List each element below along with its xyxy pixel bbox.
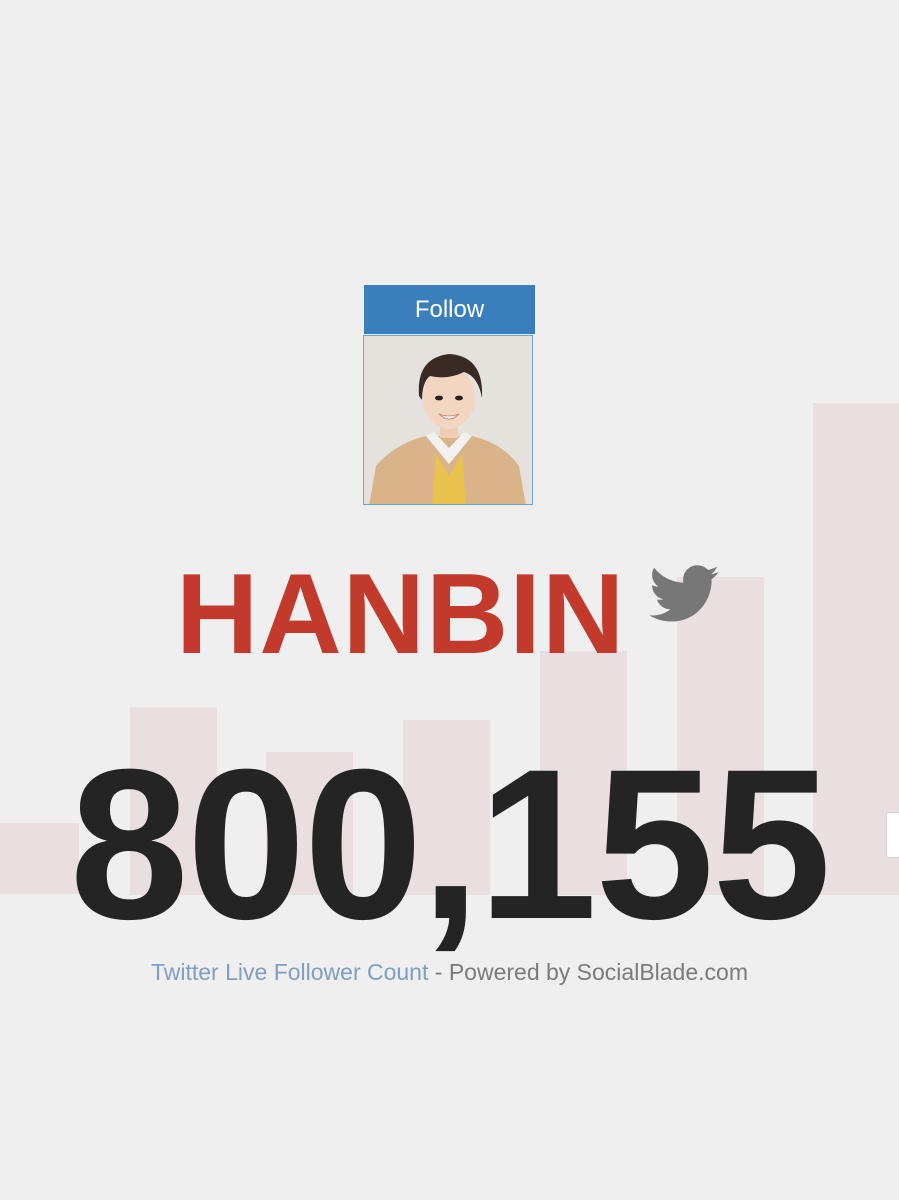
twitter-bird-icon <box>649 565 719 622</box>
avatar <box>363 335 533 505</box>
follow-button[interactable]: Follow <box>364 285 535 334</box>
live-count-page: Follow HANBIN 800,155 Twitter Live Follo… <box>0 0 899 1200</box>
footer-separator: - <box>428 959 449 985</box>
footer-link[interactable]: Twitter Live Follower Count <box>151 959 428 985</box>
follower-count: 800,155 <box>69 725 832 964</box>
profile-photo <box>364 336 532 504</box>
channel-name: HANBIN <box>176 551 626 678</box>
footer: Twitter Live Follower Count - Powered by… <box>0 955 899 989</box>
edge-handle[interactable] <box>886 812 899 858</box>
footer-powered-by: Powered by SocialBlade.com <box>448 959 748 985</box>
